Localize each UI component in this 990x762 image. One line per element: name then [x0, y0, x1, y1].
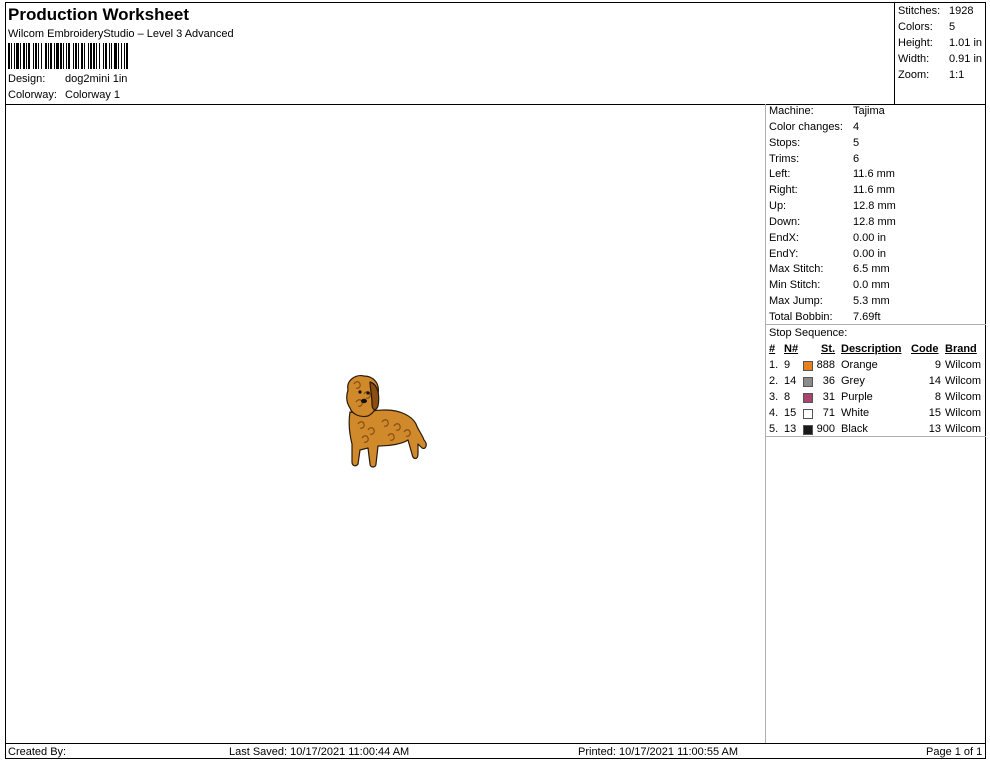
footer-page-number: Page 1 of 1 — [926, 746, 983, 758]
col-header-brand: Brand — [945, 343, 977, 355]
machine-info-label: EndY: — [769, 248, 799, 260]
color-swatch — [803, 409, 813, 419]
stat-label: Colors: — [898, 21, 933, 33]
row-description: Purple — [841, 391, 873, 403]
colorway-value: Colorway 1 — [65, 89, 121, 101]
row-brand: Wilcom — [945, 359, 982, 371]
row-stitches: 36 — [822, 375, 835, 387]
row-number: 2. — [769, 375, 779, 387]
sidebar-rule — [765, 436, 986, 437]
row-stitches: 900 — [816, 423, 835, 435]
barcode — [8, 43, 128, 69]
stats-divider — [894, 2, 895, 104]
machine-info-value: Tajima — [853, 105, 885, 117]
machine-info-value: 12.8 mm — [853, 216, 896, 228]
row-number: 1. — [769, 359, 779, 371]
row-description: Black — [841, 423, 868, 435]
footer-last-saved: Last Saved: 10/17/2021 11:00:44 AM — [229, 746, 410, 758]
row-number: 4. — [769, 407, 779, 419]
machine-info-label: Total Bobbin: — [769, 311, 833, 323]
color-swatch — [803, 393, 813, 403]
machine-info-value: 5 — [853, 137, 860, 149]
row-stitches: 888 — [816, 359, 835, 371]
machine-info-label: Color changes: — [769, 121, 843, 133]
stop-sequence-title: Stop Sequence: — [769, 327, 848, 339]
row-number: 3. — [769, 391, 779, 403]
machine-info-value: 0.00 in — [853, 248, 887, 260]
machine-info-label: EndX: — [769, 232, 799, 244]
row-code: 15 — [928, 407, 941, 419]
row-needle: 8 — [784, 391, 791, 403]
header-divider — [5, 104, 986, 105]
machine-info-label: Right: — [769, 184, 798, 196]
machine-info-label: Up: — [769, 200, 787, 212]
row-code: 9 — [934, 359, 941, 371]
machine-info-label: Trims: — [769, 153, 800, 165]
machine-info-value: 0.0 mm — [853, 279, 890, 291]
row-code: 13 — [928, 423, 941, 435]
machine-info-label: Left: — [769, 168, 791, 180]
software-name: Wilcom EmbroideryStudio – Level 3 Advanc… — [8, 28, 234, 40]
worksheet-frame — [5, 2, 986, 759]
stat-label: Stitches: — [898, 5, 941, 17]
machine-info-label: Max Jump: — [769, 295, 823, 307]
machine-info-value: 7.69ft — [853, 311, 881, 323]
sidebar-divider — [765, 104, 766, 743]
col-header-number: # — [769, 343, 776, 355]
col-header-description: Description — [841, 343, 902, 355]
machine-info-label: Down: — [769, 216, 801, 228]
stat-value: 5 — [949, 21, 956, 33]
row-code: 14 — [928, 375, 941, 387]
stat-label: Width: — [898, 53, 930, 65]
machine-info-value: 12.8 mm — [853, 200, 896, 212]
machine-info-label: Max Stitch: — [769, 263, 824, 275]
machine-info-value: 0.00 in — [853, 232, 887, 244]
footer-divider — [5, 743, 986, 744]
machine-info-value: 6.5 mm — [853, 263, 890, 275]
footer-created-by: Created By: — [8, 746, 67, 758]
col-header-needle: N# — [784, 343, 799, 355]
row-description: Orange — [841, 359, 878, 371]
machine-info-value: 6 — [853, 153, 860, 165]
row-needle: 9 — [784, 359, 791, 371]
page-title: Production Worksheet — [8, 5, 190, 24]
row-brand: Wilcom — [945, 407, 982, 419]
design-label: Design: — [8, 73, 46, 85]
row-brand: Wilcom — [945, 391, 982, 403]
stat-label: Zoom: — [898, 69, 930, 81]
stat-value: 0.91 in — [949, 53, 983, 65]
col-header-code: Code — [911, 343, 939, 355]
col-header-stitches: St. — [821, 343, 836, 355]
row-brand: Wilcom — [945, 423, 982, 435]
color-swatch — [803, 377, 813, 387]
embroidery-design-preview — [346, 375, 427, 468]
stat-value: 1.01 in — [949, 37, 983, 49]
machine-info-value: 11.6 mm — [853, 184, 895, 196]
row-description: Grey — [841, 375, 865, 387]
stat-value: 1:1 — [949, 69, 965, 81]
row-stitches: 71 — [822, 407, 835, 419]
machine-info-label: Machine: — [769, 105, 814, 117]
machine-info-value: 4 — [853, 121, 860, 133]
machine-info-label: Stops: — [769, 137, 801, 149]
stat-value: 1928 — [949, 5, 974, 17]
stat-label: Height: — [898, 37, 933, 49]
colorway-label: Colorway: — [8, 89, 57, 101]
machine-info-label: Min Stitch: — [769, 279, 821, 291]
machine-info-value: 11.6 mm — [853, 168, 895, 180]
color-swatch — [803, 361, 813, 371]
row-stitches: 31 — [822, 391, 835, 403]
row-code: 8 — [934, 391, 941, 403]
design-value: dog2mini 1in — [65, 73, 128, 85]
row-description: White — [841, 407, 870, 419]
row-number: 5. — [769, 423, 779, 435]
row-brand: Wilcom — [945, 375, 982, 387]
footer-printed: Printed: 10/17/2021 11:00:55 AM — [578, 746, 739, 758]
color-swatch — [803, 425, 813, 435]
machine-info-value: 5.3 mm — [853, 295, 890, 307]
sidebar-rule — [765, 324, 986, 325]
